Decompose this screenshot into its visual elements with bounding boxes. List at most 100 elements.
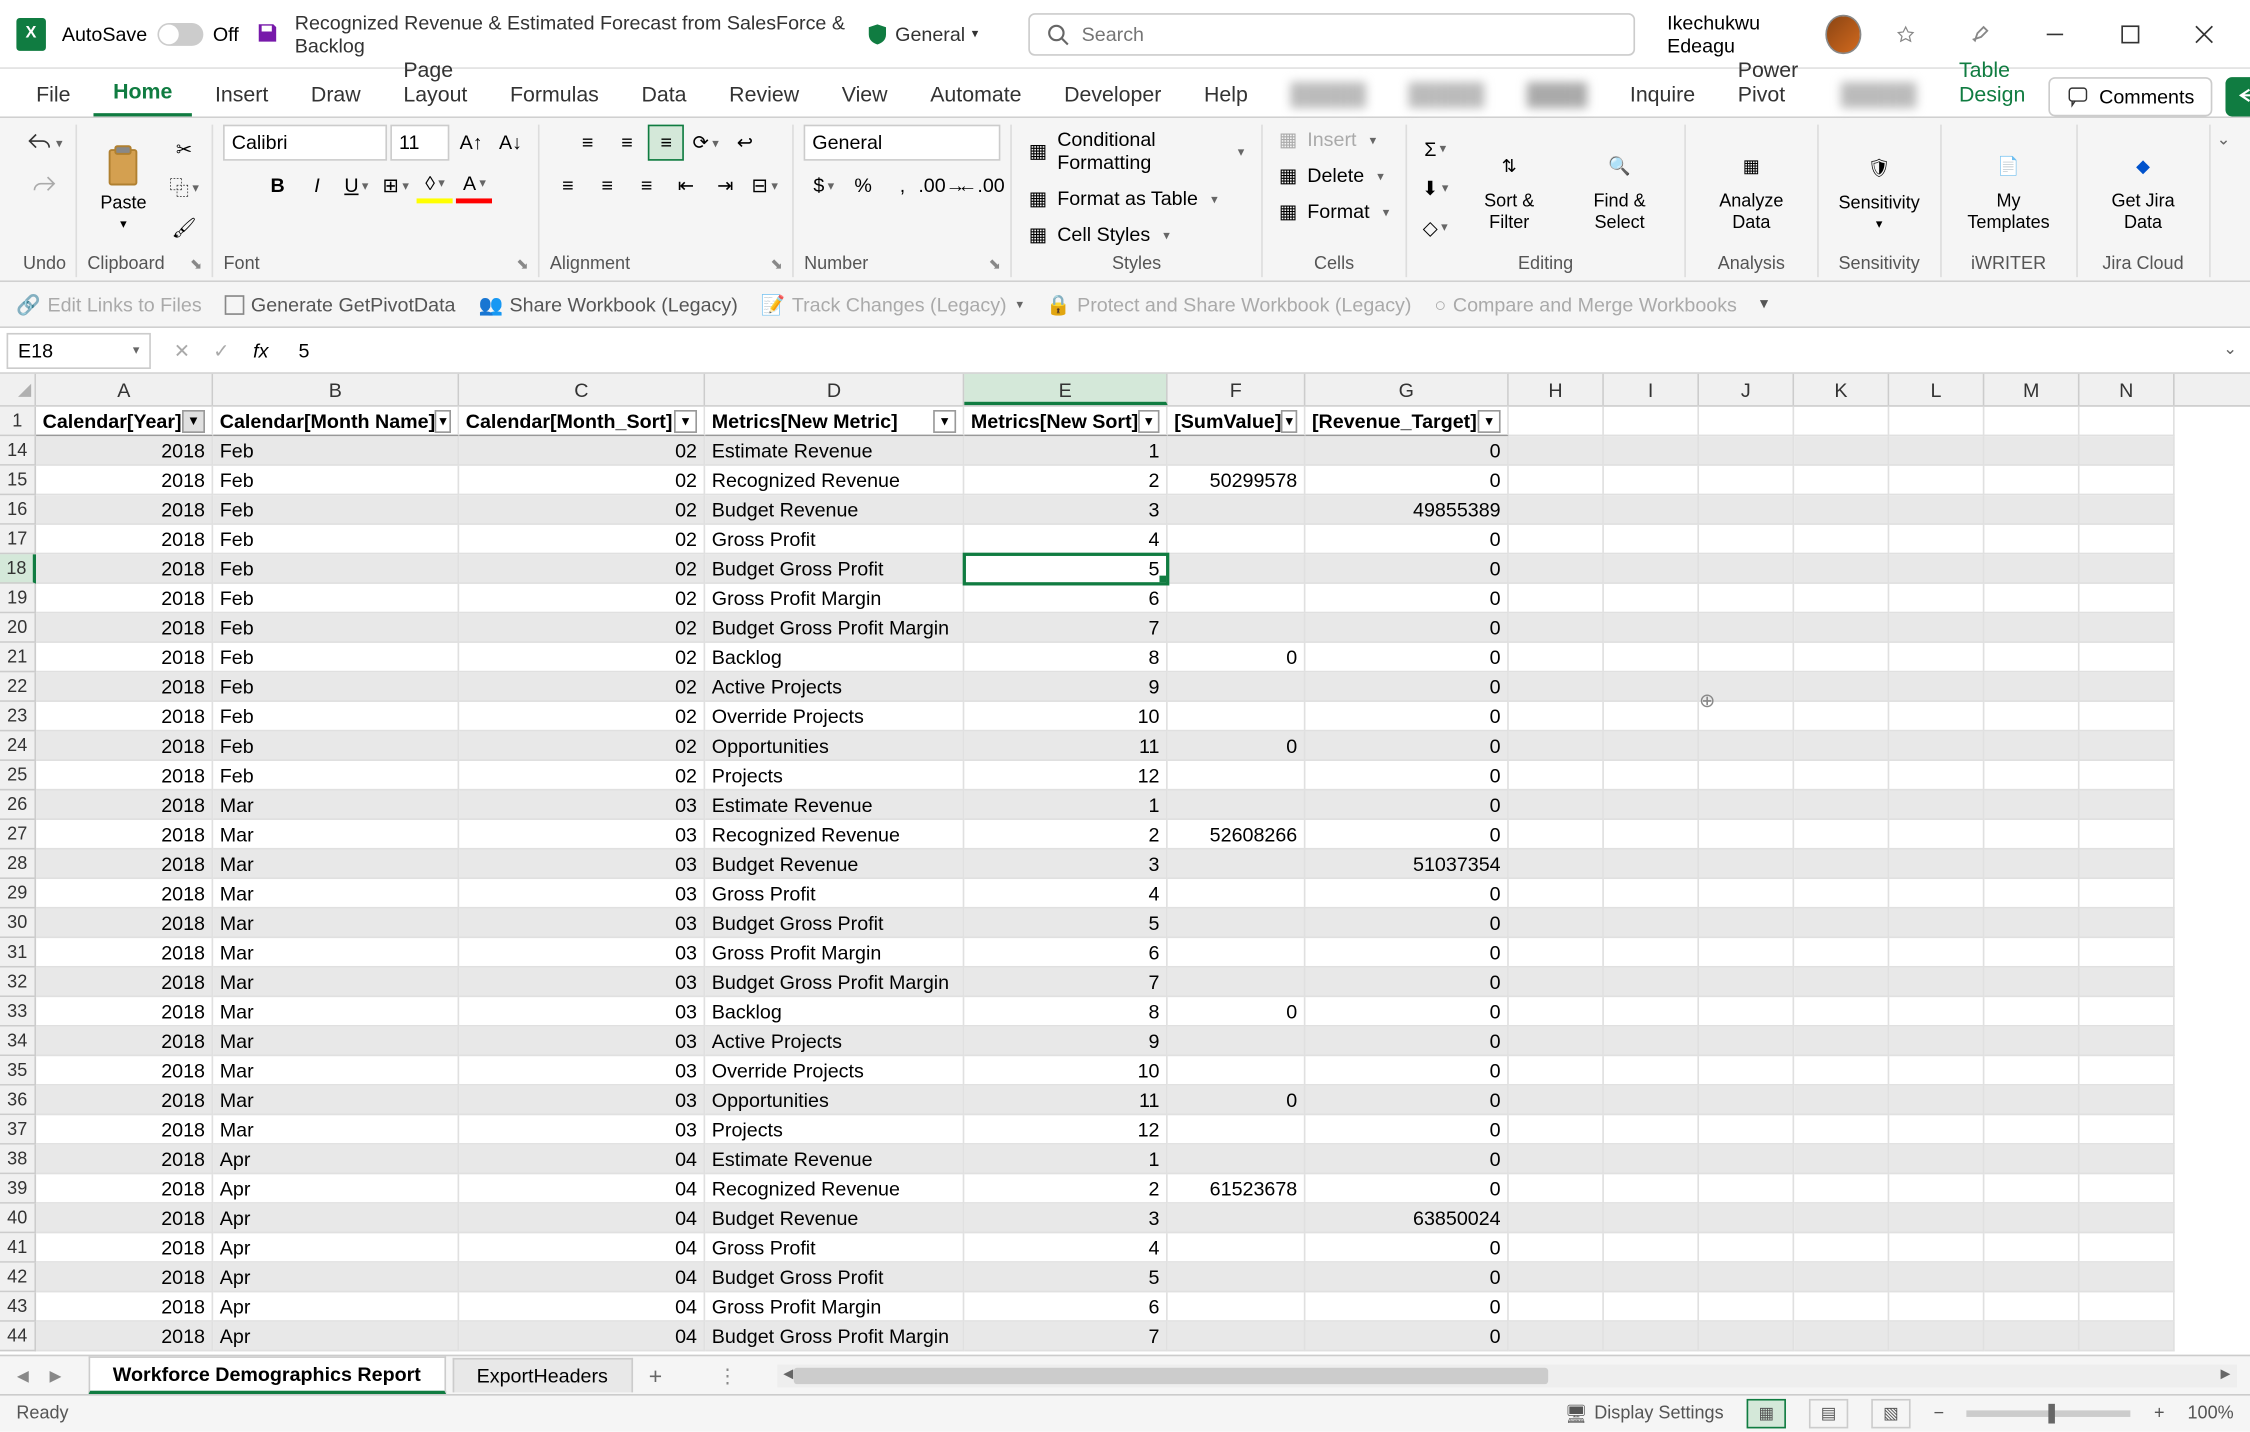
cell[interactable] <box>1889 1292 1984 1322</box>
cell[interactable] <box>1794 584 1889 614</box>
cell[interactable]: Gross Profit Margin <box>705 584 964 614</box>
share-workbook-button[interactable]: 👥Share Workbook (Legacy) <box>478 293 737 316</box>
number-format-select[interactable] <box>804 125 1001 161</box>
fill-button[interactable]: ⬇ <box>1417 170 1453 206</box>
cell[interactable]: Estimate Revenue <box>705 436 964 466</box>
cell[interactable]: Apr <box>213 1322 459 1352</box>
cell[interactable]: 04 <box>459 1263 705 1293</box>
display-settings-button[interactable]: 🖥Display Settings <box>1565 1403 1724 1424</box>
row-header[interactable]: 36 <box>0 1086 36 1116</box>
cell[interactable]: Projects <box>705 1115 964 1145</box>
cell[interactable] <box>1984 731 2079 761</box>
cell[interactable]: 0 <box>1305 1145 1508 1175</box>
cell[interactable]: 0 <box>1305 1027 1508 1057</box>
table-column-header[interactable]: Calendar[Year]▼ <box>36 407 213 437</box>
cell[interactable] <box>1889 1263 1984 1293</box>
cell[interactable]: 1 <box>964 436 1167 466</box>
cell[interactable] <box>1699 1086 1794 1116</box>
cell[interactable]: Mar <box>213 1056 459 1086</box>
autosave-toggle[interactable]: AutoSave Off <box>62 22 239 45</box>
cell[interactable] <box>1889 554 1984 584</box>
cell[interactable]: Apr <box>213 1145 459 1175</box>
cell[interactable] <box>1604 584 1699 614</box>
cell[interactable]: 11 <box>964 1086 1167 1116</box>
cell[interactable] <box>1889 850 1984 880</box>
cell[interactable]: Budget Gross Profit Margin <box>705 613 964 643</box>
cell[interactable]: Gross Profit <box>705 1233 964 1263</box>
cell[interactable]: 2018 <box>36 850 213 880</box>
cell[interactable] <box>1794 790 1889 820</box>
cell[interactable] <box>1168 1322 1306 1352</box>
cell[interactable] <box>2080 731 2175 761</box>
cell[interactable] <box>1699 1322 1794 1352</box>
cell[interactable]: Mar <box>213 820 459 850</box>
page-layout-view-button[interactable]: ▤ <box>1809 1399 1848 1429</box>
cancel-formula-button[interactable]: ✕ <box>164 332 200 368</box>
cell[interactable] <box>1604 643 1699 673</box>
cell[interactable] <box>1168 1145 1306 1175</box>
cell[interactable] <box>1699 584 1794 614</box>
cell[interactable] <box>2080 643 2175 673</box>
cell[interactable]: 02 <box>459 466 705 496</box>
cell[interactable]: 0 <box>1168 997 1306 1027</box>
zoom-in-button[interactable]: + <box>2154 1404 2165 1424</box>
align-right-button[interactable]: ≡ <box>629 167 665 203</box>
table-column-header[interactable]: Calendar[Month_Sort]▾ <box>459 407 705 437</box>
cell[interactable] <box>1889 466 1984 496</box>
column-header[interactable]: N <box>2080 374 2175 405</box>
table-column-header[interactable]: Metrics[New Sort]▾ <box>964 407 1167 437</box>
cell[interactable] <box>1794 1174 1889 1204</box>
cell[interactable]: 0 <box>1168 643 1306 673</box>
cell[interactable]: 8 <box>964 997 1167 1027</box>
cell[interactable] <box>1509 790 1604 820</box>
table-column-header[interactable]: [Revenue_Target]▾ <box>1305 407 1508 437</box>
cell[interactable] <box>1984 1145 2079 1175</box>
cell[interactable]: 2018 <box>36 1233 213 1263</box>
column-header[interactable]: K <box>1794 374 1889 405</box>
format-painter-button[interactable]: 🖌 <box>166 209 202 245</box>
column-header[interactable]: F <box>1168 374 1306 405</box>
cell[interactable] <box>1509 1115 1604 1145</box>
cell[interactable]: 2018 <box>36 997 213 1027</box>
cell[interactable] <box>1699 820 1794 850</box>
cell[interactable]: 02 <box>459 731 705 761</box>
cell[interactable] <box>1984 968 2079 998</box>
cell[interactable]: 0 <box>1305 1292 1508 1322</box>
cell[interactable] <box>2080 1056 2175 1086</box>
cell[interactable]: 2018 <box>36 1204 213 1234</box>
cell[interactable]: 10 <box>964 1056 1167 1086</box>
dialog-launcher-icon[interactable]: ⬊ <box>989 255 1001 273</box>
cell[interactable] <box>1984 466 2079 496</box>
cell[interactable]: 3 <box>964 1204 1167 1234</box>
cell[interactable]: 8 <box>964 643 1167 673</box>
tab-inquire[interactable]: Inquire <box>1610 72 1715 116</box>
cell[interactable] <box>1699 1263 1794 1293</box>
cell[interactable]: 04 <box>459 1174 705 1204</box>
cell[interactable] <box>1604 1115 1699 1145</box>
cell[interactable]: 2018 <box>36 1263 213 1293</box>
column-header[interactable]: G <box>1305 374 1508 405</box>
cell[interactable] <box>1984 495 2079 525</box>
cell[interactable] <box>1604 879 1699 909</box>
cell[interactable]: 0 <box>1305 909 1508 939</box>
cell[interactable]: 03 <box>459 1086 705 1116</box>
cell[interactable] <box>2080 997 2175 1027</box>
tab-developer[interactable]: Developer <box>1044 72 1181 116</box>
cell[interactable]: Mar <box>213 1086 459 1116</box>
cell[interactable]: 2018 <box>36 1174 213 1204</box>
cell[interactable] <box>1794 672 1889 702</box>
cell[interactable] <box>1509 1056 1604 1086</box>
cell[interactable]: 5 <box>964 909 1167 939</box>
cell[interactable]: 2018 <box>36 1056 213 1086</box>
row-header[interactable]: 38 <box>0 1145 36 1175</box>
cell[interactable] <box>1509 1086 1604 1116</box>
cell[interactable]: 02 <box>459 761 705 791</box>
save-button[interactable] <box>255 21 278 47</box>
redo-button[interactable] <box>26 167 62 203</box>
horizontal-scrollbar[interactable]: ◄ ► <box>777 1364 2237 1387</box>
cell[interactable] <box>1699 643 1794 673</box>
cell[interactable]: 0 <box>1305 702 1508 732</box>
cell[interactable]: 02 <box>459 584 705 614</box>
page-break-view-button[interactable]: ▧ <box>1871 1399 1910 1429</box>
cell[interactable]: 04 <box>459 1233 705 1263</box>
